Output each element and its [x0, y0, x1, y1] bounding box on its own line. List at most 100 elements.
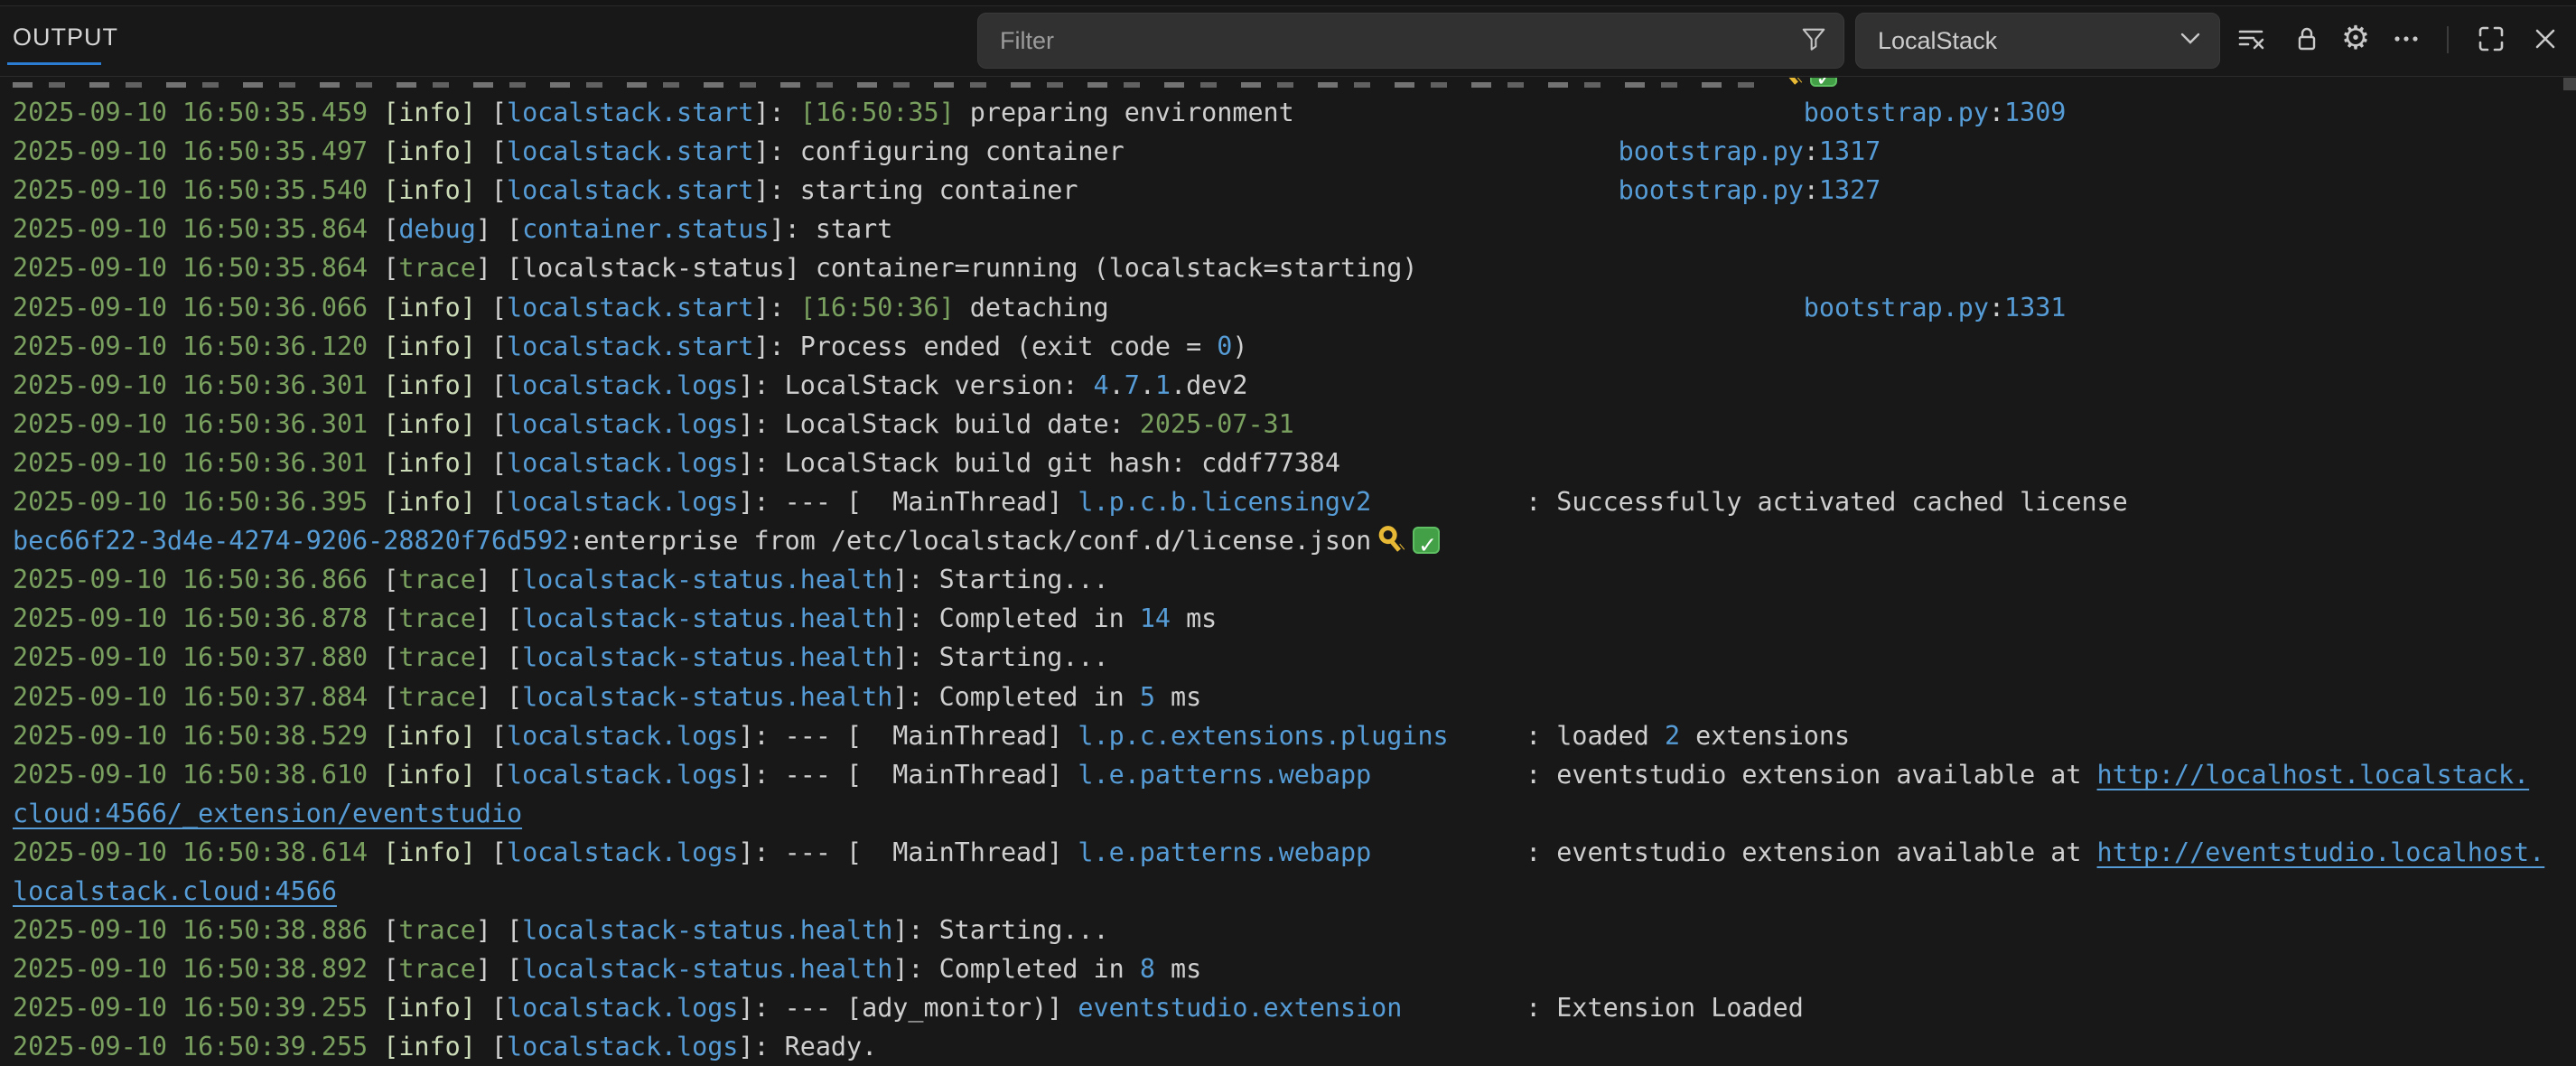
log-text	[368, 448, 383, 478]
log-text: [info]	[383, 837, 476, 867]
log-text: [	[476, 332, 507, 361]
log-text: [16:50:35]	[800, 98, 955, 127]
log-text: --- [ MainThread]	[785, 837, 1078, 867]
log-text	[368, 136, 383, 166]
log-text: 1317	[1819, 136, 1881, 166]
log-text: trace	[398, 565, 475, 594]
tab-output[interactable]: OUTPUT	[13, 23, 118, 51]
log-text: localstack.logs	[507, 409, 738, 439]
log-text: ]:	[738, 370, 784, 400]
log-text: 2025-09-10 16:50:36.878	[13, 603, 368, 633]
log-text: bec66f22-3d4e-4274-9206-28820f76d592	[13, 526, 568, 556]
log-text: 2025-09-10 16:50:36.301	[13, 409, 368, 439]
panel-top-border	[0, 0, 2576, 6]
log-text: 7	[1125, 370, 1140, 400]
check-emoji-icon	[1413, 527, 1440, 554]
close-icon	[2532, 25, 2559, 52]
active-tab-underline	[7, 62, 101, 65]
log-text	[1078, 175, 1618, 205]
log-text: [info]	[383, 487, 476, 517]
log-text	[368, 409, 383, 439]
log-text	[1294, 98, 1804, 127]
log-text: ] [	[476, 682, 522, 712]
lock-autoscroll-button[interactable]	[2287, 19, 2327, 59]
log-text: [	[368, 682, 398, 712]
log-line: 2025-09-10 16:50:36.395 [info] [localsta…	[0, 482, 2576, 521]
check-emoji-icon	[1810, 78, 1837, 87]
log-text: localstack-status.health	[522, 642, 892, 672]
log-text: ] [	[476, 915, 522, 945]
log-text: Ready.	[785, 1032, 878, 1061]
log-link[interactable]: http://localhost.localstack.	[2097, 760, 2530, 790]
log-line: 2025-09-10 16:50:35.540 [info] [localsta…	[0, 171, 2576, 210]
panel-header: OUTPUT Filter LocalStack	[0, 0, 2576, 77]
log-line: 2025-09-10 16:50:36.120 [info] [localsta…	[0, 327, 2576, 366]
log-text: [16:50:36]	[800, 293, 955, 323]
log-text: 5	[1140, 682, 1155, 712]
close-panel-button[interactable]	[2525, 19, 2565, 59]
log-text: 8	[1140, 954, 1155, 984]
log-text: localstack-status.health	[522, 682, 892, 712]
log-text: ]:	[892, 642, 938, 672]
settings-button[interactable]: ⚙	[2336, 19, 2375, 59]
text-remnant-strip-emoji-icon	[13, 78, 1769, 88]
log-text: 2025-09-10 16:50:35.864	[13, 214, 368, 244]
log-text: 2025-09-10 16:50:36.301	[13, 370, 368, 400]
log-text: ]:	[738, 409, 784, 439]
log-text: .	[1109, 370, 1125, 400]
log-text: ms	[1155, 954, 1201, 984]
log-text: ]:	[892, 954, 938, 984]
log-text: [	[476, 175, 507, 205]
log-link[interactable]: http://eventstudio.localhost.	[2097, 837, 2545, 867]
log-text: :enterprise from /etc/localstack/conf.d/…	[568, 526, 1371, 556]
log-text: ]:	[753, 98, 799, 127]
log-text: [	[476, 760, 507, 790]
log-text: [	[476, 487, 507, 517]
log-text: 2025-09-10 16:50:36.866	[13, 565, 368, 594]
log-text: configuring container	[800, 136, 1125, 166]
log-text: [info]	[383, 293, 476, 323]
log-text	[368, 721, 383, 751]
log-link[interactable]: localstack.cloud:4566	[13, 876, 337, 906]
log-text: [	[368, 565, 398, 594]
log-text: : eventstudio extension available at	[1371, 837, 2096, 867]
log-text: ] [	[476, 565, 522, 594]
log-text: trace	[398, 603, 475, 633]
log-text: --- [ MainThread]	[785, 760, 1078, 790]
filter-icon	[1800, 25, 1827, 57]
log-text: : Successfully activated cached license	[1371, 487, 2128, 517]
log-text: [	[368, 915, 398, 945]
toolbar-separator	[2447, 26, 2449, 53]
log-text: localstack.logs	[507, 993, 738, 1023]
log-text: ]:	[738, 993, 784, 1023]
vertical-scrollbar[interactable]	[2563, 78, 2576, 90]
lock-icon	[2292, 24, 2321, 53]
log-text: ]:	[738, 1032, 784, 1061]
filter-input[interactable]: Filter	[977, 13, 1844, 69]
log-text: 2025-09-10 16:50:37.884	[13, 682, 368, 712]
log-text: localstack.logs	[507, 837, 738, 867]
log-line: 2025-09-10 16:50:39.255 [info] [localsta…	[0, 988, 2576, 1027]
log-text: [	[476, 293, 507, 323]
log-text: 2025-09-10 16:50:37.880	[13, 642, 368, 672]
log-text: ]:	[753, 175, 799, 205]
log-link[interactable]: cloud:4566/_extension/eventstudio	[13, 799, 522, 828]
log-text: ]:	[738, 721, 784, 751]
log-text: Completed in	[939, 682, 1140, 712]
log-line: 2025-09-10 16:50:35.864 [debug] [contain…	[0, 210, 2576, 248]
more-actions-button[interactable]	[2386, 19, 2426, 59]
maximize-panel-button[interactable]	[2471, 19, 2511, 59]
log-text: LocalStack build git hash: cddf77384	[785, 448, 1340, 478]
log-text: localstack.logs	[507, 721, 738, 751]
log-text: 2025-09-10 16:50:38.529	[13, 721, 368, 751]
log-text: ]:	[738, 760, 784, 790]
log-text: ]	[476, 253, 507, 283]
clear-output-button[interactable]	[2231, 19, 2271, 59]
log-text: localstack.logs	[507, 1032, 738, 1061]
log-line: bec66f22-3d4e-4274-9206-28820f76d592:ent…	[0, 521, 2576, 560]
log-text: [	[368, 603, 398, 633]
output-channel-select[interactable]: LocalStack	[1855, 13, 2220, 69]
log-text: localstack-status.health	[522, 565, 892, 594]
log-text: : eventstudio extension available at	[1371, 760, 2096, 790]
output-channel-selected: LocalStack	[1878, 27, 2179, 55]
